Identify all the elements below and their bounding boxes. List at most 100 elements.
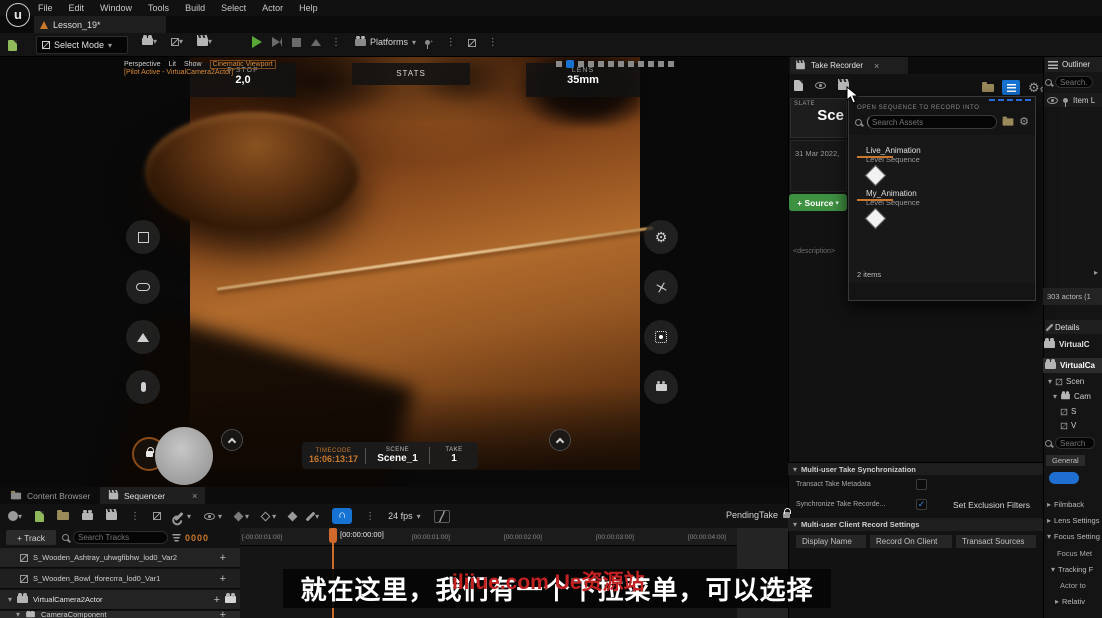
- ue-logo[interactable]: u: [6, 3, 30, 27]
- playhead-marker[interactable]: [329, 528, 337, 543]
- sequence-list-toggle[interactable]: [1002, 80, 1020, 95]
- section-relative-offset[interactable]: ▸Relativ: [1055, 597, 1085, 606]
- new-take-button[interactable]: [794, 80, 803, 91]
- seq-options-icon[interactable]: ⋮: [130, 511, 140, 522]
- viewport-show-menu[interactable]: Show: [184, 61, 202, 68]
- viewport[interactable]: Perspective Lit Show Cinematic Viewport …: [0, 57, 788, 487]
- seq-camera-menu[interactable]: ▾: [8, 511, 22, 521]
- seq-render-button[interactable]: [106, 512, 117, 520]
- seq-autokey-button[interactable]: [288, 511, 298, 521]
- vcam-camera-button[interactable]: [644, 370, 678, 404]
- outliner-expand-icon[interactable]: ▸: [1094, 268, 1098, 277]
- menu-window[interactable]: Window: [100, 3, 132, 13]
- timeline-ruler[interactable]: [-00:00:01:00] [00:00:01:00] [00:00:02:0…: [240, 528, 737, 546]
- add-track-button[interactable]: + Track: [6, 530, 56, 545]
- menu-tools[interactable]: Tools: [148, 3, 169, 13]
- add-section-button[interactable]: +: [214, 594, 220, 606]
- menu-build[interactable]: Build: [185, 3, 205, 13]
- vcam-settings-button[interactable]: ⚙: [644, 220, 678, 254]
- sync-checkbox[interactable]: ✓: [916, 499, 927, 510]
- platforms-button[interactable]: Platforms ▾: [355, 37, 416, 47]
- record-button[interactable]: [155, 427, 213, 485]
- multiuser-sync-header[interactable]: ▾Multi-user Take Synchronization: [788, 462, 1043, 475]
- seq-camera-button[interactable]: [82, 513, 93, 520]
- fps-dropdown[interactable]: 24 fps▾: [388, 511, 421, 521]
- track-row[interactable]: ▾ CameraComponent +: [0, 611, 240, 618]
- menu-file[interactable]: File: [38, 3, 53, 13]
- vcam-gizmo-button[interactable]: [644, 270, 678, 304]
- filter-icon[interactable]: [172, 534, 181, 542]
- new-folder-icon[interactable]: [1003, 118, 1014, 125]
- review-take-button[interactable]: [815, 82, 826, 89]
- seq-browse-button[interactable]: [57, 512, 69, 520]
- viewport-perspective-menu[interactable]: Perspective: [124, 61, 161, 68]
- sequencer-tab[interactable]: Sequencer ×: [100, 487, 205, 504]
- vcam-frame-button[interactable]: [126, 220, 160, 254]
- seq-snap-button[interactable]: ∩: [332, 508, 352, 524]
- details-actor-row[interactable]: VirtualC: [1044, 340, 1090, 349]
- tree-row-scenecapture[interactable]: S: [1060, 407, 1076, 416]
- details-selected-row[interactable]: VirtualCa: [1043, 358, 1102, 373]
- description-field[interactable]: <description>: [793, 248, 835, 255]
- asset-search-input[interactable]: [867, 115, 997, 129]
- save-button[interactable]: [8, 38, 17, 56]
- seq-playback-button[interactable]: ▾: [235, 512, 249, 521]
- lock-icon[interactable]: [783, 512, 790, 518]
- play-button[interactable]: [252, 36, 262, 48]
- details-search-input[interactable]: [1055, 437, 1095, 449]
- level-tab[interactable]: Lesson_19*: [34, 16, 166, 33]
- viewport-lit-menu[interactable]: Lit: [169, 61, 176, 68]
- lens-hud[interactable]: LENS 35mm: [526, 63, 640, 97]
- frame-skip-button[interactable]: [272, 37, 282, 47]
- seq-view-button[interactable]: ▾: [204, 512, 222, 521]
- track-row[interactable]: S_Wooden_Bowl_tforecrra_lod0_Var1 +: [0, 569, 240, 589]
- toolbar-options-icon[interactable]: ⋮: [446, 37, 456, 48]
- multiuser-record-header[interactable]: ▾Multi-user Client Record Settings: [788, 518, 1043, 531]
- frame-counter[interactable]: 0000: [185, 533, 209, 543]
- dropdown-settings-icon[interactable]: ⚙: [1019, 117, 1029, 128]
- track-row[interactable]: ▾ VirtualCamera2Actor +: [0, 590, 240, 610]
- viewport-cinematic-badge[interactable]: Cinematic Viewport: [210, 60, 276, 69]
- add-section-button[interactable]: +: [220, 552, 226, 564]
- pin-column-icon[interactable]: [1063, 98, 1068, 103]
- select-mode-button[interactable]: Select Mode ▾: [36, 36, 128, 54]
- tree-row-scene[interactable]: ▾Scen: [1048, 377, 1084, 386]
- stats-hud[interactable]: STATS: [352, 63, 470, 85]
- toolbar-options2-icon[interactable]: ⋮: [488, 37, 498, 48]
- pilot-camera-button[interactable]: [225, 596, 236, 603]
- section-focus-settings[interactable]: ▾Focus Setting: [1047, 532, 1100, 541]
- menu-help[interactable]: Help: [299, 3, 318, 13]
- eject-button[interactable]: [311, 39, 321, 46]
- close-icon[interactable]: ×: [874, 61, 879, 71]
- hud-expand-left-button[interactable]: [221, 429, 243, 451]
- settings-shortcut-icon[interactable]: [468, 39, 476, 47]
- col-record-on-client[interactable]: Record On Client: [870, 535, 952, 548]
- section-filmback[interactable]: ▸Filmback: [1047, 500, 1084, 509]
- filter-chip[interactable]: [1049, 472, 1079, 484]
- seq-save-button[interactable]: [35, 511, 44, 522]
- list-item[interactable]: Live_Animation Level Sequence: [849, 135, 1035, 175]
- expand-icon[interactable]: ▾: [16, 611, 20, 618]
- add-section-button[interactable]: +: [220, 611, 226, 618]
- menu-actor[interactable]: Actor: [262, 3, 283, 13]
- vcam-dolly-button[interactable]: [126, 320, 160, 354]
- track-search-input[interactable]: [73, 531, 168, 544]
- seq-wrench-button[interactable]: ▾: [174, 512, 191, 521]
- viewport-toolbar-icons[interactable]: [556, 60, 674, 68]
- content-browser-tab[interactable]: Content Browser: [2, 487, 98, 504]
- add-source-button[interactable]: + Source ▾: [789, 194, 847, 211]
- seq-edit-button[interactable]: ▾: [309, 511, 319, 522]
- expand-icon[interactable]: ▾: [8, 595, 12, 604]
- vcam-film-button[interactable]: [126, 270, 160, 304]
- details-category-tab[interactable]: General: [1046, 455, 1085, 466]
- set-exclusion-filters-button[interactable]: Set Exclusion Filters: [953, 500, 1030, 510]
- add-actor-button[interactable]: ▾: [142, 37, 157, 46]
- track-row[interactable]: S_Wooden_Ashtray_uhwgfibhw_lod0_Var2 +: [0, 548, 240, 568]
- col-display-name[interactable]: Display Name: [796, 535, 866, 548]
- outliner-tab[interactable]: Outliner: [1045, 57, 1102, 72]
- close-icon[interactable]: ×: [192, 491, 197, 501]
- seq-actions-button[interactable]: [153, 512, 161, 520]
- seq-snap-options-icon[interactable]: ⋮: [365, 511, 375, 522]
- multiuser-button[interactable]: ⁺: [425, 39, 434, 47]
- cinematics-button[interactable]: ▾: [197, 37, 212, 46]
